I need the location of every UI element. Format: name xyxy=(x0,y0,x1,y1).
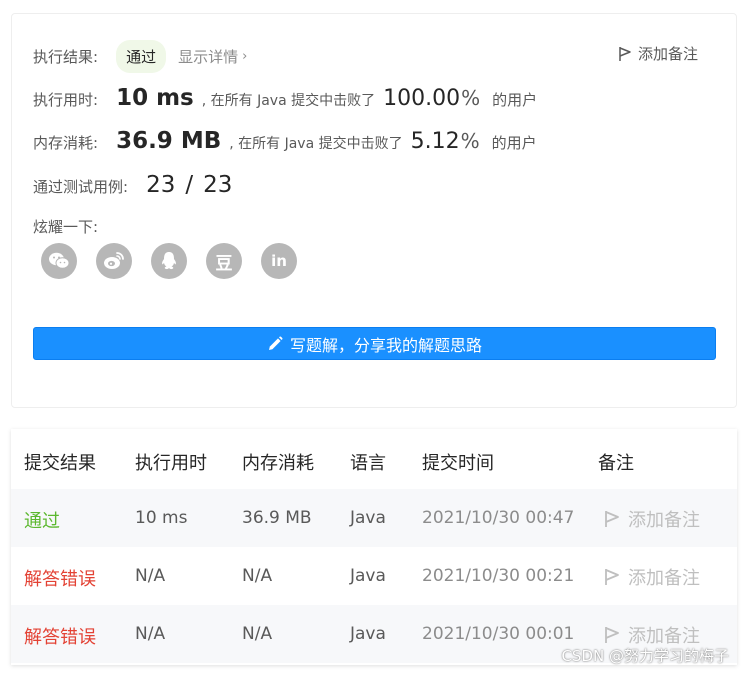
share-icons: 豆 in xyxy=(41,243,297,279)
qq-icon[interactable] xyxy=(151,243,187,279)
tests-passed: 23 xyxy=(146,172,176,198)
submit-time-cell: 2021/10/30 00:47 xyxy=(422,508,575,528)
memory-row: 内存消耗: 36.9 MB , 在所有 Java 提交中击败了 5.12% 的用… xyxy=(33,128,537,154)
tests-count: 23 / 23 xyxy=(146,172,232,198)
wechat-icon[interactable] xyxy=(41,243,77,279)
runtime-row: 执行用时: 10 ms , 在所有 Java 提交中击败了 100.00% 的用… xyxy=(33,85,537,111)
table-row: 解答错误 N/A N/A Java 2021/10/30 00:21 添加备注 xyxy=(11,547,737,605)
result-row: 执行结果: 通过 显示详情 › xyxy=(33,40,247,73)
memory-cell: N/A xyxy=(242,624,273,644)
memory-label: 内存消耗: xyxy=(33,134,99,152)
write-solution-label: 写题解，分享我的解题思路 xyxy=(289,335,482,355)
submission-status-link[interactable]: 解答错误 xyxy=(24,623,96,649)
linkedin-icon[interactable]: in xyxy=(261,243,297,279)
add-note-button[interactable]: 添加备注 xyxy=(618,43,698,64)
memory-percent-sign: % xyxy=(460,129,480,153)
runtime-value: 10 ms xyxy=(116,85,194,111)
add-note-label: 添加备注 xyxy=(637,45,698,63)
flag-icon xyxy=(619,46,631,61)
submit-time-cell: 2021/10/30 00:21 xyxy=(422,566,575,586)
table-row: 通过 10 ms 36.9 MB Java 2021/10/30 00:47 添… xyxy=(11,489,737,547)
flag-icon xyxy=(605,511,619,527)
tests-label: 通过测试用例: xyxy=(33,178,129,196)
tests-total: 23 xyxy=(203,172,233,198)
watermark: CSDN @努力学习的梅子 xyxy=(561,647,729,665)
header-submit-time: 提交时间 xyxy=(422,453,494,474)
memory-percent: 5.12% xyxy=(411,129,480,154)
submit-time-cell: 2021/10/30 00:01 xyxy=(422,624,575,644)
submission-status-link[interactable]: 通过 xyxy=(24,507,60,533)
add-note-label: 添加备注 xyxy=(628,568,700,589)
runtime-label: 执行用时: xyxy=(33,91,99,109)
memory-percent-value: 5.12 xyxy=(410,129,460,154)
linkedin-glyph: in xyxy=(271,252,287,270)
add-note-label: 添加备注 xyxy=(628,510,700,531)
runtime-percent: 100.00% xyxy=(383,86,480,111)
memory-users-text: 的用户 xyxy=(491,134,537,152)
add-note-button[interactable]: 添加备注 xyxy=(604,564,700,590)
memory-value: 36.9 MB xyxy=(116,128,222,154)
submission-status-link[interactable]: 解答错误 xyxy=(24,565,96,591)
add-note-button[interactable]: 添加备注 xyxy=(604,506,700,532)
language-cell: Java xyxy=(350,624,386,644)
header-language: 语言 xyxy=(350,453,386,474)
status-badge: 通过 xyxy=(116,40,167,73)
share-label: 炫耀一下: xyxy=(33,218,99,236)
chevron-right-icon: › xyxy=(242,49,248,64)
language-cell: Java xyxy=(350,566,386,586)
douban-icon[interactable]: 豆 xyxy=(206,243,242,279)
result-label: 执行结果: xyxy=(33,48,99,66)
memory-cell: N/A xyxy=(242,566,273,586)
runtime-users-text: 的用户 xyxy=(492,91,538,109)
language-cell: Java xyxy=(350,508,386,528)
runtime-beat-text: , 在所有 Java 提交中击败了 xyxy=(201,93,376,109)
header-runtime: 执行用时 xyxy=(135,453,207,474)
header-memory: 内存消耗 xyxy=(242,453,314,474)
table-header: 提交结果 执行用时 内存消耗 语言 提交时间 备注 xyxy=(11,429,737,489)
show-details-label: 显示详情 xyxy=(178,48,239,66)
runtime-cell: 10 ms xyxy=(135,508,188,528)
header-status: 提交结果 xyxy=(24,453,96,474)
memory-beat-text: , 在所有 Java 提交中击败了 xyxy=(229,136,403,152)
header-note: 备注 xyxy=(598,453,634,474)
runtime-percent-value: 100.00 xyxy=(383,86,461,111)
tests-slash: / xyxy=(185,172,194,198)
runtime-cell: N/A xyxy=(135,566,166,586)
runtime-percent-sign: % xyxy=(461,86,481,110)
memory-cell: 36.9 MB xyxy=(242,508,312,528)
write-solution-button[interactable]: 写题解，分享我的解题思路 xyxy=(33,327,716,360)
runtime-cell: N/A xyxy=(135,624,166,644)
show-details-link[interactable]: 显示详情 › xyxy=(178,46,247,67)
flag-icon xyxy=(605,569,619,585)
flag-icon xyxy=(605,627,619,643)
pencil-icon xyxy=(268,336,283,350)
tests-row: 通过测试用例: 23 / 23 xyxy=(33,172,232,198)
result-card: 执行结果: 通过 显示详情 › 添加备注 执行用时: 10 ms , 在所有 J… xyxy=(11,13,737,408)
weibo-icon[interactable] xyxy=(96,243,132,279)
submissions-table: 提交结果 执行用时 内存消耗 语言 提交时间 备注 通过 10 ms 36.9 … xyxy=(11,429,737,665)
douban-glyph: 豆 xyxy=(215,253,233,274)
